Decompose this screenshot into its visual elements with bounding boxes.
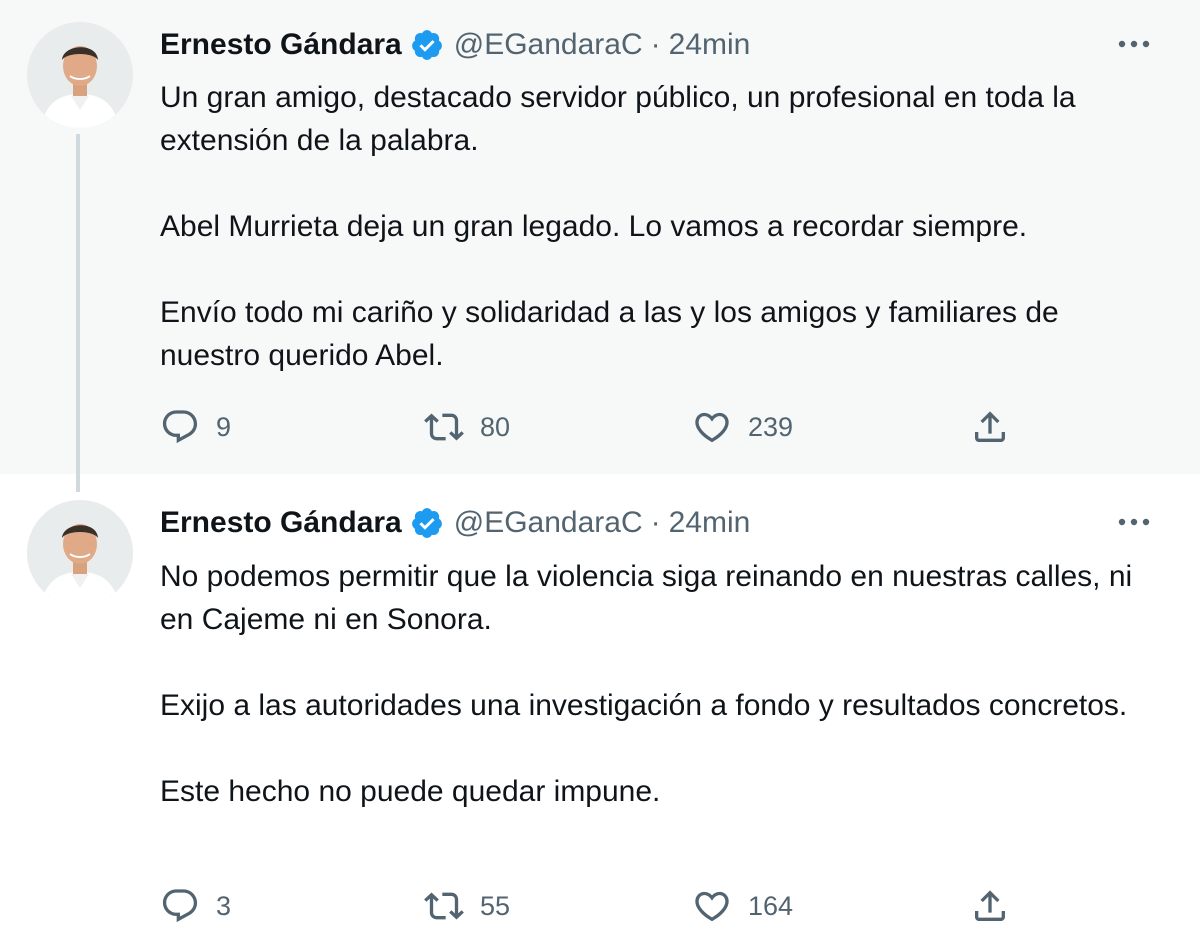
reply-count: 3	[216, 890, 232, 921]
more-options-button[interactable]	[1114, 502, 1154, 542]
like-button[interactable]: 239	[692, 407, 793, 447]
tweet-paragraph: Exijo a las autoridades una investigació…	[160, 689, 1128, 722]
share-upload-icon	[975, 411, 1005, 442]
reply-bubble-icon	[162, 889, 198, 923]
like-count: 164	[748, 890, 794, 921]
tweet[interactable]: Ernesto Gándara @EGandaraC · 24min Un gr…	[0, 0, 1200, 474]
more-horizontal-icon	[1118, 518, 1150, 526]
retweet-button[interactable]: 80	[424, 407, 510, 447]
tweet-paragraph: Abel Murrieta deja un gran legado. Lo va…	[160, 210, 1028, 243]
author-name[interactable]: Ernesto Gándara	[160, 28, 402, 62]
heart-icon	[695, 891, 729, 922]
tweet-actions: 9 80 239	[160, 407, 1160, 447]
like-count: 239	[748, 411, 794, 442]
tweet-paragraph: Este hecho no puede quedar impune.	[160, 775, 661, 808]
tweet-text: Un gran amigo, destacado servidor públic…	[160, 76, 1160, 377]
retweet-count: 55	[480, 890, 511, 921]
share-upload-icon	[975, 890, 1005, 921]
more-options-button[interactable]	[1114, 24, 1154, 64]
retweet-arrows-icon	[424, 892, 464, 920]
timestamp[interactable]: 24min	[669, 28, 751, 62]
retweet-count: 80	[480, 411, 511, 442]
separator-dot: ·	[650, 506, 661, 539]
heart-icon	[695, 412, 729, 443]
tweet[interactable]: Ernesto Gándara @EGandaraC · 24min No po…	[0, 474, 1200, 936]
share-button[interactable]	[970, 886, 1010, 926]
timestamp[interactable]: 24min	[669, 506, 751, 540]
author-handle[interactable]: @EGandaraC	[454, 28, 643, 62]
tweet-header: Ernesto Gándara @EGandaraC · 24min	[160, 503, 750, 543]
separator-dot: ·	[650, 28, 661, 61]
reply-button[interactable]: 3	[160, 886, 231, 926]
tweet-paragraph: Envío todo mi cariño y solidaridad a las…	[160, 296, 1059, 372]
tweet-paragraph: Un gran amigo, destacado servidor públic…	[160, 81, 1076, 157]
thread-connector-line	[76, 134, 80, 492]
verified-badge-icon	[410, 506, 444, 540]
tweet-paragraph: No podemos permitir que la violencia sig…	[160, 560, 1133, 636]
tweet-header: Ernesto Gándara @EGandaraC · 24min	[160, 25, 750, 65]
reply-bubble-icon	[162, 410, 198, 444]
retweet-arrows-icon	[424, 413, 464, 441]
tweet-text: No podemos permitir que la violencia sig…	[160, 555, 1160, 813]
author-name[interactable]: Ernesto Gándara	[160, 506, 402, 540]
verified-badge-icon	[410, 28, 444, 62]
avatar[interactable]	[27, 500, 133, 606]
share-button[interactable]	[970, 407, 1010, 447]
like-button[interactable]: 164	[692, 886, 793, 926]
reply-button[interactable]: 9	[160, 407, 231, 447]
retweet-button[interactable]: 55	[424, 886, 510, 926]
more-horizontal-icon	[1118, 40, 1150, 48]
tweet-actions: 3 55 164	[160, 886, 1160, 926]
reply-count: 9	[216, 411, 232, 442]
avatar[interactable]	[27, 22, 133, 128]
author-handle[interactable]: @EGandaraC	[454, 506, 643, 540]
